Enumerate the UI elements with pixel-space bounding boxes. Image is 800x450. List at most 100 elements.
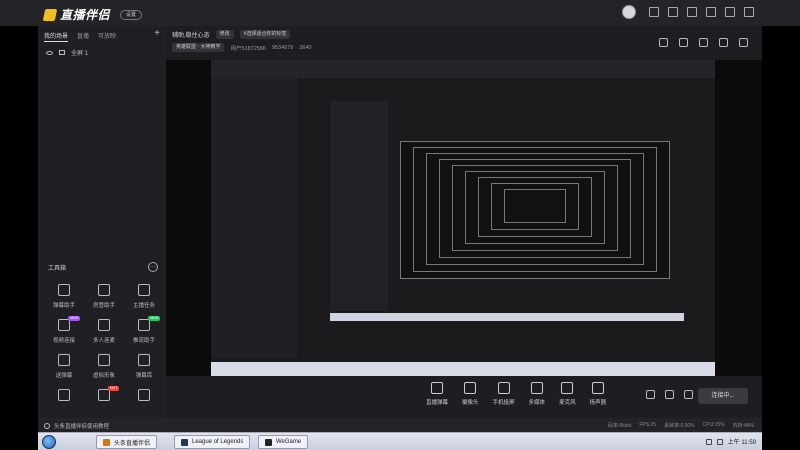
preview-capture-titlebar — [211, 60, 715, 78]
control-button[interactable]: 麦克风 — [559, 382, 576, 406]
window-controls — [622, 5, 754, 19]
preview-nested-sidebar — [330, 101, 388, 311]
volume-icon[interactable] — [716, 438, 723, 445]
tutorial-tip[interactable]: 头条直播伴侣使用教程 — [44, 422, 109, 430]
livecompanion-icon — [103, 438, 110, 446]
mail-icon[interactable] — [649, 7, 659, 17]
calendar-icon[interactable] — [699, 38, 708, 47]
stat-fps: FPS:25 — [639, 422, 657, 428]
scene-tabs: 我的场景 直播 可放映 — [44, 31, 116, 42]
tool-item[interactable]: NEW 视频连接 — [44, 316, 84, 344]
taskbar-item-livecompanion[interactable]: 头条直播伴侣 — [96, 435, 158, 449]
start-icon[interactable] — [42, 435, 56, 449]
phone-icon — [497, 382, 510, 394]
lock-icon[interactable] — [679, 38, 688, 47]
tool-item[interactable]: HOT — [84, 386, 124, 406]
mic-icon — [561, 382, 574, 394]
layout-icon[interactable] — [659, 38, 668, 47]
tool-item[interactable]: NEW 推流助手 — [124, 316, 164, 344]
category-button[interactable]: 英雄联盟 · 大神教学 — [172, 43, 225, 52]
tab-playable[interactable]: 可放映 — [98, 31, 116, 42]
tool-item[interactable]: 虚拟形象 — [84, 354, 124, 379]
tool-label: 虚拟形象 — [92, 373, 115, 379]
tool-label: 房管助手 — [92, 303, 115, 309]
message-icon[interactable] — [668, 7, 678, 17]
tab-live[interactable]: 直播 — [77, 31, 89, 42]
title-bar: 直播伴侣 设置 — [0, 0, 800, 26]
tool-item[interactable] — [44, 389, 84, 406]
stat-memory: 内存:44% — [732, 423, 754, 429]
preview-capture-sidebar — [211, 78, 297, 358]
recursive-frame — [504, 189, 566, 223]
fans-count: 3640 — [299, 44, 312, 51]
settings-tag-button[interactable]: 设置 — [120, 9, 143, 20]
toolbox-grid: 弹幕助手 房管助手 主播任务 NEW 视频连接 多人连麦 NEW 推流助手送弹幕 虚拟形象 弹幕库… — [44, 284, 164, 406]
taskbar-item-league[interactable]: League of Legends — [174, 435, 251, 449]
tool-item[interactable]: 弹幕助手 — [44, 284, 84, 309]
clock[interactable]: 上午 11:59 — [728, 437, 756, 446]
tool-label: 多人连麦 — [92, 338, 115, 344]
control-label: 多媒体 — [528, 400, 546, 406]
live-controls: 直播弹幕 摄像头 手机投屏 多媒体 麦克风 扬声器 连接中... — [166, 376, 762, 418]
tool-item[interactable] — [124, 389, 164, 406]
avatar[interactable] — [622, 5, 636, 19]
menu-icon[interactable] — [706, 7, 716, 17]
network-icon[interactable] — [705, 438, 712, 445]
calendar-icon — [138, 354, 150, 366]
tool-item[interactable]: 送弹幕 — [44, 354, 84, 379]
record-icon[interactable] — [665, 390, 674, 399]
download-icon — [98, 354, 110, 366]
control-button[interactable]: 多媒体 — [528, 382, 546, 406]
shirt-icon[interactable] — [687, 7, 697, 17]
app-name: 直播伴侣 — [60, 8, 111, 22]
info-icon — [44, 423, 50, 429]
play-icon — [530, 382, 543, 394]
tool-item[interactable]: 房管助手 — [84, 284, 124, 309]
control-button[interactable]: 手机投屏 — [493, 382, 515, 406]
app-logo: 直播伴侣 设置 — [42, 6, 143, 23]
tool-label: 主播任务 — [132, 303, 155, 309]
tool-label: 弹幕助手 — [52, 303, 75, 309]
minimize-icon[interactable] — [725, 7, 735, 17]
control-button[interactable]: 直播弹幕 — [426, 382, 448, 406]
room-title[interactable]: 辅助,稳住心态 — [172, 30, 210, 39]
tool-item[interactable]: 多人连麦 — [84, 319, 124, 344]
control-button[interactable]: 扬声器 — [589, 382, 607, 406]
control-buttons: 直播弹幕 摄像头 手机投屏 多媒体 麦克风 扬声器 — [426, 382, 606, 406]
share-icon[interactable] — [739, 38, 748, 47]
stat-cpu: CPU:15% — [702, 422, 725, 428]
grid-icon — [58, 389, 70, 401]
taskbar-item-wegame[interactable]: WeGame — [258, 435, 309, 449]
plus-icon[interactable]: + — [154, 28, 160, 39]
tag-select-button[interactable]: #选择适合你的标签 — [239, 30, 291, 39]
control-label: 扬声器 — [589, 400, 607, 406]
header-actions — [659, 38, 748, 47]
tool-label: 送弹幕 — [55, 373, 73, 379]
monitor-icon — [59, 50, 65, 55]
tool-item[interactable]: 主播任务 — [124, 284, 164, 309]
speaker-icon — [591, 382, 604, 394]
user-icon — [98, 284, 110, 296]
control-label: 直播弹幕 — [426, 400, 449, 406]
bell-icon[interactable] — [719, 38, 728, 47]
more-icon[interactable]: ··· — [148, 262, 158, 272]
video-icon[interactable] — [646, 390, 655, 399]
tab-my-scenes[interactable]: 我的场景 — [44, 31, 69, 42]
room-id: 9534679 — [271, 44, 294, 51]
scene-label: 全屏 1 — [71, 51, 89, 57]
stream-stats: 码率:0kb/s FPS:25 丢帧率:0.00% CPU:15% 内存:44% — [608, 422, 754, 429]
start-live-button[interactable]: 连接中... — [698, 388, 748, 404]
edit-title-button[interactable]: 修改 — [215, 30, 234, 39]
tool-item[interactable]: 弹幕库 — [124, 354, 164, 379]
room-info-bar: 辅助,稳住心态 修改 #选择适合你的标签 英雄联盟 · 大神教学 用户51872… — [166, 26, 762, 60]
control-label: 摄像头 — [462, 400, 479, 406]
download-icon — [98, 319, 110, 331]
taskbar-item-label: League of Legends — [192, 439, 244, 445]
close-icon[interactable] — [744, 7, 754, 17]
wegame-icon — [265, 438, 272, 446]
scene-item[interactable]: 全屏 1 — [46, 48, 88, 57]
control-button[interactable]: 摄像头 — [462, 382, 479, 406]
eye-icon[interactable] — [46, 50, 53, 55]
gear-icon[interactable] — [684, 390, 693, 399]
taskbar-item-label: 头条直播伴侣 — [114, 440, 151, 447]
